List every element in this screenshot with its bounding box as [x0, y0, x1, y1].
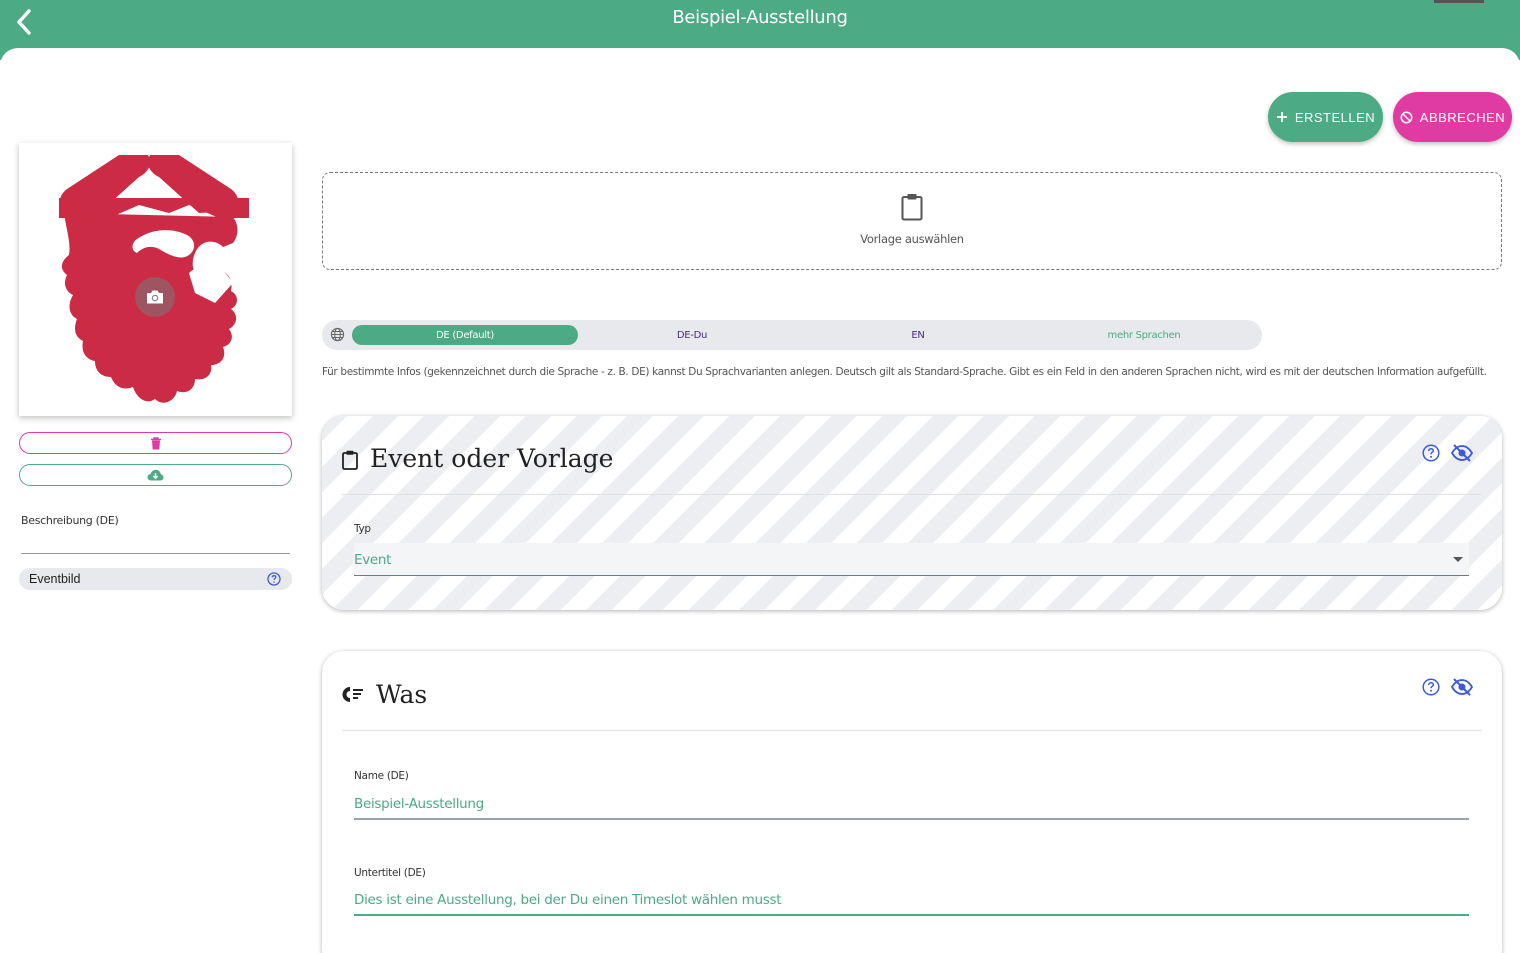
delete-image-button[interactable]	[19, 432, 292, 454]
tab-de-du[interactable]: DE-Du	[579, 325, 805, 345]
help-icon[interactable]	[1422, 444, 1440, 462]
clipboard-icon	[342, 450, 358, 470]
trash-icon	[150, 436, 161, 449]
tab-en[interactable]: EN	[805, 325, 1031, 345]
section-divider	[342, 494, 1482, 495]
name-label: Name (DE)	[354, 770, 409, 782]
eventbild-row: Eventbild	[19, 568, 292, 590]
visibility-off-icon[interactable]	[1450, 678, 1474, 696]
help-icon[interactable]	[1422, 678, 1440, 696]
help-icon[interactable]	[267, 572, 281, 589]
subtitle-input[interactable]: Dies ist eine Ausstellung, bei der Du ei…	[354, 892, 782, 908]
avatar[interactable]	[1434, 0, 1484, 3]
section-divider	[342, 730, 1482, 731]
template-picker[interactable]: Vorlage auswählen	[322, 172, 1502, 270]
create-button-label: ERSTELLEN	[1294, 109, 1376, 125]
tab-more-languages[interactable]: mehr Sprachen	[1031, 325, 1257, 345]
event-or-template-card: Event oder Vorlage Typ Event	[322, 416, 1502, 610]
description-input[interactable]	[21, 532, 290, 554]
page-title: Beispiel-Ausstellung	[672, 7, 848, 28]
language-tabs: DE (Default) DE-Du EN mehr Sprachen	[322, 320, 1262, 350]
type-label: Typ	[354, 523, 371, 535]
block-icon	[1400, 111, 1413, 123]
globe-icon	[330, 327, 345, 342]
section-title: Was	[376, 680, 428, 709]
camera-icon	[147, 290, 163, 304]
section-title: Event oder Vorlage	[370, 444, 614, 473]
create-button[interactable]: ERSTELLEN	[1268, 92, 1383, 142]
tab-de-default[interactable]: DE (Default)	[352, 325, 578, 345]
name-underline	[354, 818, 1469, 820]
description-label: Beschreibung (DE)	[21, 514, 119, 527]
eventbild-label: Eventbild	[29, 572, 81, 586]
subtitle-label: Untertitel (DE)	[354, 867, 426, 879]
visibility-off-icon[interactable]	[1450, 444, 1474, 462]
language-hint: Für bestimmte Infos (gekennzeichnet durc…	[322, 366, 1487, 378]
cloud-download-icon	[147, 469, 164, 481]
was-card: Was Name (DE) Beispiel-Ausstellung Unter…	[322, 651, 1502, 953]
subtitle-underline	[354, 914, 1469, 916]
template-picker-label: Vorlage auswählen	[860, 232, 964, 246]
cancel-button[interactable]: ABBRECHEN	[1393, 92, 1512, 142]
camera-button[interactable]	[135, 277, 175, 317]
download-image-button[interactable]	[19, 464, 292, 486]
clipboard-icon	[901, 194, 923, 221]
type-select[interactable]: Event	[354, 543, 1469, 576]
cancel-button-label: ABBRECHEN	[1419, 109, 1506, 125]
notes-icon	[342, 687, 363, 702]
type-value: Event	[354, 552, 392, 568]
plus-icon	[1276, 112, 1287, 122]
dropdown-arrow-icon	[1453, 557, 1463, 562]
name-input[interactable]: Beispiel-Ausstellung	[354, 796, 484, 812]
